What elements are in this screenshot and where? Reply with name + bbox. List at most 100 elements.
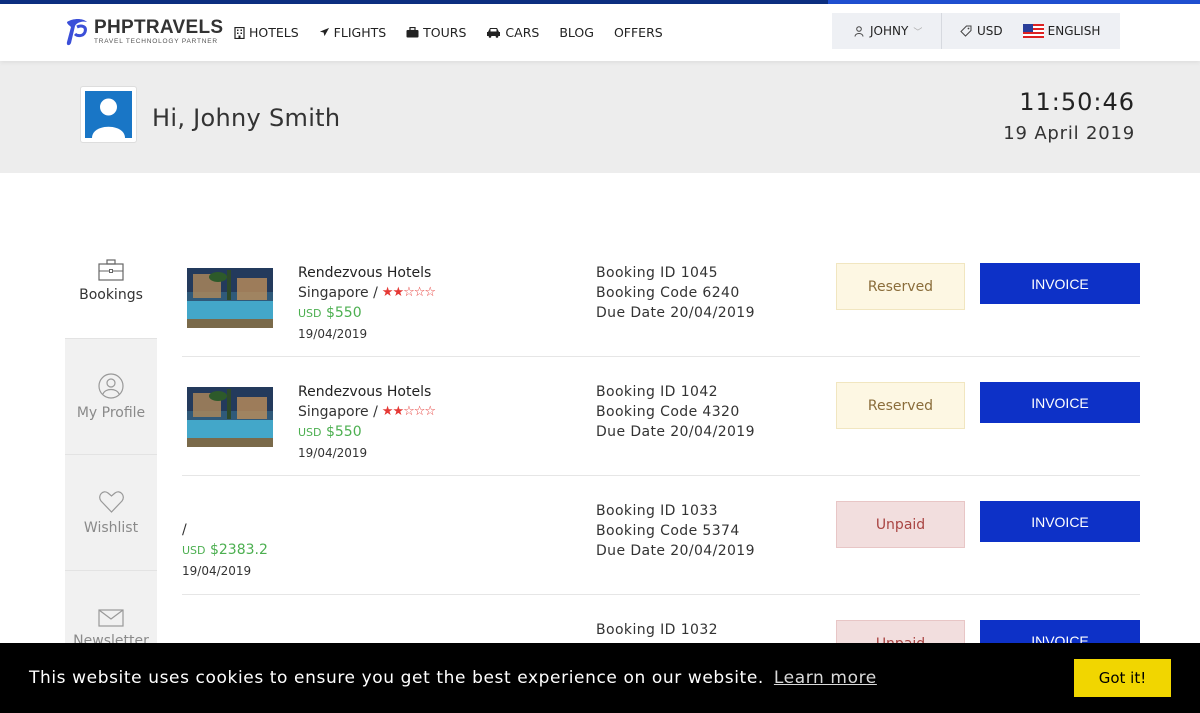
hotel-thumbnail[interactable] [187,268,273,328]
suitcase-icon [406,27,419,38]
price-amount: $550 [325,424,362,440]
cookie-accept-button[interactable]: Got it! [1074,659,1171,697]
booking-code: Booking Code 5374 [596,523,740,539]
booking-date: 19/04/2019 [298,327,368,341]
avatar-silhouette-icon [92,98,125,138]
star-rating-icon: ★★☆☆☆ [381,404,436,419]
booking-row: Rendezvous Hotels Singapore / ★★☆☆☆ USD $… [182,238,1140,357]
plane-icon [319,27,329,37]
nav-blog-label: BLOG [559,25,594,40]
hotel-name[interactable]: Rendezvous Hotels [298,263,435,283]
booking-due-date: Due Date 20/04/2019 [596,305,755,321]
currency-selector[interactable]: USD [960,24,1003,38]
hotel-location: / [182,520,268,540]
booking-id: Booking ID 1045 [596,265,718,281]
cookie-message: This website uses cookies to ensure you … [29,668,877,688]
booking-info: Rendezvous Hotels Singapore / ★★☆☆☆ USD $… [298,263,436,344]
booking-date: 19/04/2019 [182,564,252,578]
nav-tours-label: TOURS [423,25,467,40]
learn-more-link[interactable]: Learn more [774,668,877,688]
language-label: ENGLISH [1047,24,1101,38]
greeting-band: Hi, Johny Smith 11:50:46 19 April 2019 [0,61,1200,173]
invoice-button[interactable]: INVOICE [980,501,1140,542]
status-badge: Reserved [836,263,965,310]
main-nav: HOTELS FLIGHTS TOURS CARS BLOG OFFERS [234,4,683,61]
hotel-thumbnail[interactable] [187,387,273,447]
booking-id: Booking ID 1042 [596,384,718,400]
greeting-text: Hi, Johny Smith [152,104,341,132]
language-selector[interactable]: ENGLISH [1022,24,1101,38]
price-amount: $2383.2 [209,542,268,558]
star-rating-icon: ★★☆☆☆ [381,285,436,300]
booking-meta: Booking ID 1042 Booking Code 4320 Due Da… [596,382,755,442]
currency-label: USD [977,24,1003,38]
booking-code: Booking Code 6240 [596,285,740,301]
nav-blog[interactable]: BLOG [559,25,594,40]
sidebar-item-wishlist-label: Wishlist [83,519,139,536]
booking-due-date: Due Date 20/04/2019 [596,543,755,559]
booking-price: USD $550 [298,303,435,324]
nav-flights-label: FLIGHTS [333,25,387,40]
briefcase-icon [98,258,124,281]
nav-offers-label: OFFERS [613,25,663,40]
clock-date: 19 April 2019 [1003,123,1135,144]
sidebar-item-my-profile[interactable]: My Profile [65,339,157,455]
cookie-banner: This website uses cookies to ensure you … [0,643,1200,713]
heart-icon [98,490,124,513]
hotel-name[interactable]: Rendezvous Hotels [298,382,435,402]
account-sidebar: Bookings My Profile Wishlist Newsletter [65,223,157,687]
price-currency: USD [182,544,206,557]
booking-id: Booking ID 1033 [596,503,718,519]
hotel-location: Singapore / ★★☆☆☆ [298,283,436,303]
site-header: PHPTRAVELS TRAVEL TECHNOLOGY PARTNER HOT… [0,4,1200,61]
hotel-location: Singapore / ★★☆☆☆ [298,402,436,422]
logo[interactable]: PHPTRAVELS TRAVEL TECHNOLOGY PARTNER [63,16,223,48]
invoice-button[interactable]: INVOICE [980,263,1140,304]
sidebar-item-my-profile-label: My Profile [76,404,146,421]
hotel-location-text: Singapore / [298,285,378,301]
nav-cars-label: CARS [505,25,540,40]
booking-meta: Booking ID 1032 [596,620,718,640]
booking-info: / USD $2383.2 19/04/2019 [182,520,268,581]
nav-flights[interactable]: FLIGHTS [319,25,387,40]
status-badge: Reserved [836,382,965,429]
avatar [80,86,137,143]
logo-mark-icon [66,19,87,46]
nav-hotels[interactable]: HOTELS [234,25,299,40]
nav-hotels-label: HOTELS [249,25,299,40]
booking-row: / USD $2383.2 19/04/2019 Booking ID 1033… [182,476,1140,595]
sidebar-item-bookings[interactable]: Bookings [65,223,157,339]
nav-tours[interactable]: TOURS [406,25,466,40]
chevron-down-icon: ﹀ [913,27,923,38]
booking-price: USD $550 [298,422,435,443]
hotel-location-text: / [182,522,187,538]
price-currency: USD [298,426,322,439]
tag-icon [960,25,972,37]
booking-price: USD $2383.2 [182,540,268,561]
booking-code: Booking Code 4320 [596,404,740,420]
sidebar-item-bookings-label: Bookings [79,286,143,303]
us-flag-icon [1022,24,1044,38]
status-badge: Unpaid [836,501,965,548]
header-account-bar: JOHNY ﹀ USD ENGLISH [832,13,1120,49]
booking-date: 19/04/2019 [298,446,368,460]
user-menu[interactable]: JOHNY ﹀ [832,13,942,49]
car-icon [487,28,501,38]
invoice-button[interactable]: INVOICE [980,382,1140,423]
booking-id: Booking ID 1032 [596,622,718,638]
booking-due-date: Due Date 20/04/2019 [596,424,755,440]
sidebar-item-wishlist[interactable]: Wishlist [65,455,157,571]
user-menu-label: JOHNY [870,24,909,38]
nav-cars[interactable]: CARS [486,25,539,40]
brand-tagline: TRAVEL TECHNOLOGY PARTNER [94,37,218,45]
booking-info: Rendezvous Hotels Singapore / ★★☆☆☆ USD $… [298,382,436,463]
nav-offers[interactable]: OFFERS [614,25,663,40]
bookings-list: Rendezvous Hotels Singapore / ★★☆☆☆ USD $… [182,238,1140,713]
user-icon [854,25,864,37]
booking-row: Rendezvous Hotels Singapore / ★★☆☆☆ USD $… [182,357,1140,476]
price-amount: $550 [325,305,362,321]
booking-meta: Booking ID 1033 Booking Code 5374 Due Da… [596,501,755,561]
envelope-icon [98,608,124,627]
brand-name: PHPTRAVELS [94,16,224,38]
cookie-message-text: This website uses cookies to ensure you … [29,668,764,688]
